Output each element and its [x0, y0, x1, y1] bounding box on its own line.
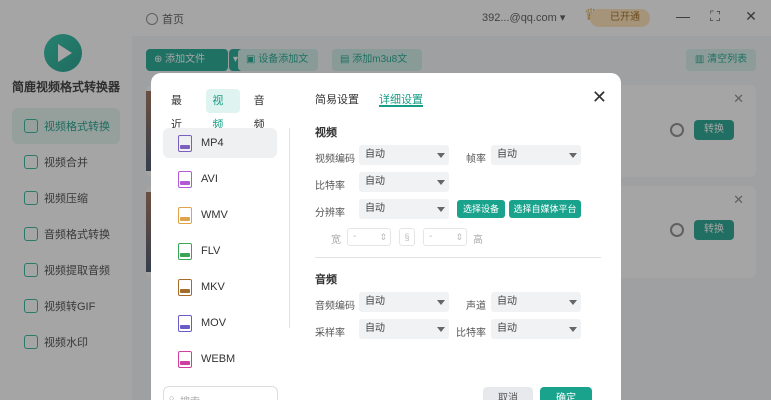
choose-platform-button[interactable]: 选择自媒体平台	[509, 200, 581, 218]
cancel-button[interactable]: 取消	[483, 387, 533, 400]
section-divider	[315, 257, 601, 258]
samplerate-label: 采样率	[315, 328, 345, 339]
format-name: MKV	[201, 281, 225, 293]
format-name: FLV	[201, 245, 221, 257]
mkv-file-icon	[178, 278, 192, 296]
confirm-button[interactable]: 确定	[540, 387, 592, 400]
format-item-mkv[interactable]: MKV	[163, 272, 277, 302]
width-label: 宽	[331, 235, 341, 246]
output-format-dialog: 最近 视频 音频 MP4 AVI WMV FLV MKV MOV WEBM 搜索…	[151, 73, 621, 400]
channel-label: 声道	[466, 301, 486, 312]
fps-label: 帧率	[466, 154, 486, 165]
video-bitrate-label: 比特率	[315, 181, 345, 192]
video-codec-select[interactable]: 自动	[359, 145, 449, 165]
video-section-title: 视频	[315, 127, 337, 139]
tab-video[interactable]: 视频	[206, 89, 240, 131]
format-item-wmv[interactable]: WMV	[163, 200, 277, 230]
choose-device-button[interactable]: 选择设备	[457, 200, 505, 218]
flv-file-icon	[178, 242, 192, 260]
format-list: MP4 AVI WMV FLV MKV MOV WEBM	[163, 128, 277, 380]
pane-divider	[289, 128, 290, 328]
format-tabs: 最近 视频 音频	[165, 89, 289, 131]
format-item-mov[interactable]: MOV	[163, 308, 277, 338]
format-item-flv[interactable]: FLV	[163, 236, 277, 266]
format-name: MOV	[201, 317, 227, 329]
resolution-label: 分辨率	[315, 208, 345, 219]
fps-select[interactable]: 自动	[491, 145, 581, 165]
mov-file-icon	[178, 314, 192, 332]
audio-bitrate-select[interactable]: 自动	[491, 319, 581, 339]
video-bitrate-select[interactable]: 自动	[359, 172, 449, 192]
format-item-avi[interactable]: AVI	[163, 164, 277, 194]
format-name: WEBM	[201, 353, 236, 365]
tab-recent[interactable]: 最近	[165, 89, 198, 131]
format-pane: 最近 视频 音频 MP4 AVI WMV FLV MKV MOV WEBM 搜索	[151, 73, 289, 400]
samplerate-select[interactable]: 自动	[359, 319, 449, 339]
wmv-file-icon	[178, 206, 192, 224]
height-input[interactable]: -	[423, 228, 467, 246]
settings-tabs: 简易设置 详细设置	[315, 91, 443, 107]
format-search-input[interactable]: 搜索	[163, 386, 278, 400]
format-item-mp4[interactable]: MP4	[163, 128, 277, 158]
channel-select[interactable]: 自动	[491, 292, 581, 312]
height-label: 高	[473, 235, 483, 246]
webm-file-icon	[178, 350, 192, 368]
settings-pane: 简易设置 详细设置 ✕ 视频 视频编码 自动 帧率 自动 比特率 自动 分辨率 …	[301, 73, 621, 400]
mp4-file-icon	[178, 134, 192, 152]
video-codec-label: 视频编码	[315, 154, 355, 165]
tab-simple-settings[interactable]: 简易设置	[315, 91, 359, 107]
tab-audio[interactable]: 音频	[248, 89, 281, 131]
format-name: WMV	[201, 209, 228, 221]
tab-detailed-settings[interactable]: 详细设置	[379, 91, 423, 107]
audio-bitrate-label: 比特率	[456, 328, 486, 339]
format-name: AVI	[201, 173, 218, 185]
resolution-select[interactable]: 自动	[359, 199, 449, 219]
format-item-webm[interactable]: WEBM	[163, 344, 277, 374]
audio-section-title: 音频	[315, 274, 337, 286]
close-dialog-button[interactable]: ✕	[592, 87, 607, 108]
audio-codec-label: 音频编码	[315, 301, 355, 312]
format-name: MP4	[201, 137, 224, 149]
avi-file-icon	[178, 170, 192, 188]
aspect-lock-icon[interactable]: §	[399, 228, 415, 246]
width-input[interactable]: -	[347, 228, 391, 246]
audio-codec-select[interactable]: 自动	[359, 292, 449, 312]
